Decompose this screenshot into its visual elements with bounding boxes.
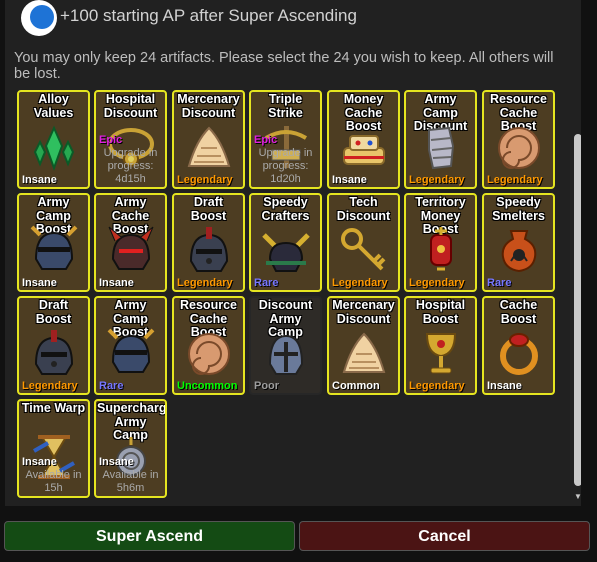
artifact-card[interactable]: Supercharge Army Camp Insane Available in … xyxy=(94,399,167,498)
artifact-rarity: Uncommon xyxy=(177,380,238,392)
artifact-name: Speedy Crafters xyxy=(261,195,310,223)
artifact-rarity: Insane xyxy=(22,174,57,186)
cancel-button[interactable]: Cancel xyxy=(299,521,590,551)
artifact-status: Available in 15h xyxy=(25,469,82,494)
artifact-card[interactable]: Speedy Smelters Rare xyxy=(482,193,555,292)
artifact-rarity: Legendary xyxy=(487,174,543,186)
artifact-card[interactable]: Territory Money BoostLegendary xyxy=(404,193,477,292)
artifact-status: Upgrade in progress: 4d15h xyxy=(103,147,158,185)
scrollbar[interactable]: ▼ xyxy=(572,0,581,506)
artifact-status: Upgrade in progress: 1d20h xyxy=(258,147,313,185)
nautilus-icon xyxy=(484,122,553,172)
artifact-card[interactable]: Hospital Discount Epic Upgrade in progress… xyxy=(94,90,167,189)
artifact-name: Hospital Boost xyxy=(415,298,466,326)
artifact-rarity: Insane xyxy=(332,174,367,186)
artifact-card[interactable]: Speedy Crafters Rare xyxy=(249,193,322,292)
artifact-rarity: Legendary xyxy=(409,174,465,186)
scroll-down-arrow-icon[interactable]: ▼ xyxy=(574,492,581,501)
artifact-rarity: Legendary xyxy=(22,380,78,392)
artifact-name: Time Warp xyxy=(21,401,86,415)
artifact-card[interactable]: Alloy Values Insane xyxy=(17,90,90,189)
artifact-card[interactable]: Tech Discount Legendary xyxy=(327,193,400,292)
knight-helmet-icon xyxy=(251,328,320,378)
artifact-card[interactable]: Cache Boost Insane xyxy=(482,296,555,395)
artifact-rarity: Legendary xyxy=(409,277,465,289)
artifact-rarity: Rare xyxy=(487,277,512,289)
scrollbar-thumb[interactable] xyxy=(574,134,581,486)
artifact-card[interactable]: Resource Cache Boost Uncommon xyxy=(172,296,245,395)
artifact-rarity: Poor xyxy=(254,380,280,392)
artifact-rarity: Legendary xyxy=(332,277,388,289)
artifact-rarity: Common xyxy=(332,380,380,392)
samurai-helmet-icon xyxy=(251,225,320,275)
artifact-rarity: Rare xyxy=(99,380,124,392)
artifact-rarity: Insane xyxy=(99,456,134,468)
ap-option-row[interactable]: +100 starting AP after Super Ascending xyxy=(5,0,565,38)
shell-icon xyxy=(329,328,398,378)
artifact-card[interactable]: Money Cache Boost Insane xyxy=(327,90,400,189)
gladiator-helmet-icon xyxy=(19,328,88,378)
artifact-card[interactable]: Army Cache Boost Insane xyxy=(94,193,167,292)
artifact-card[interactable]: Draft Boost Legendary xyxy=(17,296,90,395)
artifact-card[interactable]: Army Camp Discount Legendary xyxy=(404,90,477,189)
artifact-name: Speedy Smelters xyxy=(492,195,545,223)
helmet-icon xyxy=(19,225,88,275)
key-icon xyxy=(329,225,398,275)
artifact-name: Triple Strike xyxy=(268,92,303,120)
super-ascend-button[interactable]: Super Ascend xyxy=(4,521,295,551)
radio-button[interactable] xyxy=(21,0,57,36)
gladiator-helmet-icon xyxy=(174,225,243,275)
artifact-card[interactable]: Mercenary Discount Common xyxy=(327,296,400,395)
artifact-name: Hospital Discount xyxy=(103,92,158,120)
demon-helmet-icon xyxy=(96,225,165,275)
cake-icon xyxy=(329,122,398,172)
artifact-rarity: Epic xyxy=(99,134,123,146)
nautilus-icon xyxy=(174,328,243,378)
radio-selected-dot xyxy=(30,5,54,29)
artifact-card[interactable]: Army Camp Boost Insane xyxy=(17,193,90,292)
artifact-card[interactable]: Resource Cache Boost Legendary xyxy=(482,90,555,189)
vase-icon xyxy=(484,225,553,275)
artifact-selection-panel: +100 starting AP after Super Ascending Y… xyxy=(5,0,581,506)
gauntlet-icon xyxy=(406,122,475,172)
artifact-rarity: Insane xyxy=(22,277,57,289)
artifact-rarity: Insane xyxy=(487,380,522,392)
artifact-card[interactable]: Discount Army Camp Poor xyxy=(249,296,322,395)
artifact-name: Draft Boost xyxy=(35,298,72,326)
artifact-rarity: Legendary xyxy=(177,174,233,186)
artifact-card[interactable]: Triple Strike Epic Upgrade in progress: 1d… xyxy=(249,90,322,189)
ap-option-label: +100 starting AP after Super Ascending xyxy=(60,6,357,25)
artifact-name: Alloy Values xyxy=(33,92,74,120)
artifact-card[interactable]: Draft Boost Legendary xyxy=(172,193,245,292)
goblet-icon xyxy=(406,328,475,378)
artifact-status: Available in 5h6m xyxy=(102,469,159,494)
artifact-rarity: Legendary xyxy=(409,380,465,392)
artifact-name: Mercenary Discount xyxy=(177,92,240,120)
artifact-grid: Alloy Values Insane Hospital Discount Epic U… xyxy=(17,90,555,500)
artifact-card[interactable]: Army Camp Boost Rare xyxy=(94,296,167,395)
artifact-limit-notice: You may only keep 24 artifacts. Please s… xyxy=(14,50,554,82)
lantern-icon xyxy=(406,225,475,275)
artifact-name: Draft Boost xyxy=(190,195,227,223)
artifact-card[interactable]: Mercenary Discount Legendary xyxy=(172,90,245,189)
artifact-rarity: Rare xyxy=(254,277,279,289)
artifact-name: Cache Boost xyxy=(499,298,538,326)
helmet-icon xyxy=(96,328,165,378)
artifact-card[interactable]: Hospital Boost Legendary xyxy=(404,296,477,395)
crystals-icon xyxy=(19,122,88,172)
artifact-rarity: Legendary xyxy=(177,277,233,289)
artifact-rarity: Insane xyxy=(99,277,134,289)
artifact-rarity: Epic xyxy=(254,134,278,146)
artifact-name: Tech Discount xyxy=(336,195,391,223)
artifact-card[interactable]: Time Warp Insane Available in 15h xyxy=(17,399,90,498)
shell-icon xyxy=(174,122,243,172)
artifact-rarity: Insane xyxy=(22,456,57,468)
ring-icon xyxy=(484,328,553,378)
artifact-name: Mercenary Discount xyxy=(332,298,395,326)
